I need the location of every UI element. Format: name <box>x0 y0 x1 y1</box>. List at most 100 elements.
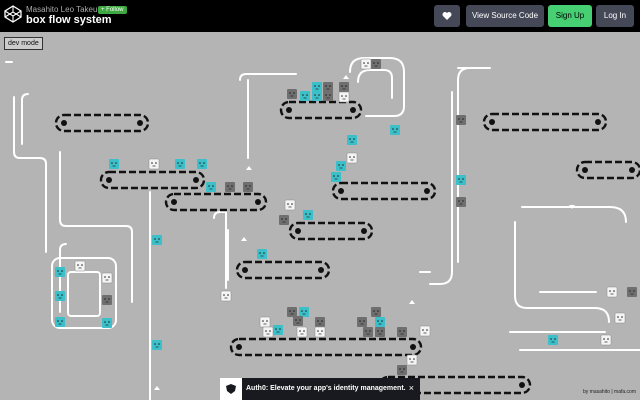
box-eye <box>377 330 379 332</box>
box-eye <box>325 85 327 87</box>
box-face-icon <box>312 91 322 101</box>
box-eye <box>199 162 201 164</box>
arrow-marker <box>409 300 415 304</box>
box-eye <box>321 320 323 322</box>
close-icon[interactable]: × <box>409 383 414 393</box>
box-face-icon <box>259 316 271 328</box>
box-face-icon <box>339 82 349 92</box>
box-eye <box>249 185 251 187</box>
box-face-icon <box>375 327 385 337</box>
box-eye <box>377 320 379 322</box>
box-eye <box>231 185 233 187</box>
box-face-icon <box>331 172 341 182</box>
box-eye <box>227 294 229 296</box>
box-face-icon <box>456 115 466 125</box>
box-eye <box>303 330 305 332</box>
box-face-icon <box>347 135 357 145</box>
box-eye <box>299 319 301 321</box>
login-button[interactable]: Log In <box>596 5 634 27</box>
box-eye <box>458 178 460 180</box>
box-eye <box>301 310 303 312</box>
box-face-icon <box>262 326 274 338</box>
box-eye <box>108 276 110 278</box>
conveyor-belt <box>99 170 206 190</box>
conveyor-belt <box>279 100 363 120</box>
track-line-16 <box>514 221 610 323</box>
box-eye <box>325 94 327 96</box>
box-eye <box>212 185 214 187</box>
box-eye <box>329 85 331 87</box>
box-eye <box>409 358 411 360</box>
conveyor-belt <box>229 337 423 357</box>
box-eye <box>155 162 157 164</box>
belt-roller <box>424 188 430 194</box>
belt-roller <box>255 199 261 205</box>
box-eye <box>396 128 398 130</box>
box-eye <box>399 330 401 332</box>
box-face-icon <box>102 318 112 328</box>
view-source-button[interactable]: View Source Code <box>466 5 544 27</box>
box-eye <box>333 175 335 177</box>
conveyor-belt <box>288 221 374 241</box>
box-face-icon <box>55 291 65 301</box>
box-eye <box>373 310 375 312</box>
follow-button[interactable]: + Follow <box>98 6 127 14</box>
box-eye <box>462 118 464 120</box>
box-eye <box>265 330 267 332</box>
box-eye <box>607 338 609 340</box>
box-eye <box>349 156 351 158</box>
box-eye <box>306 94 308 96</box>
belt-roller <box>595 119 601 125</box>
box-eye <box>629 290 631 292</box>
box-eye <box>550 338 552 340</box>
box-eye <box>291 203 293 205</box>
box-eye <box>367 62 369 64</box>
heart-icon <box>442 12 452 20</box>
heart-button[interactable] <box>434 5 460 27</box>
signup-button[interactable]: Sign Up <box>548 5 592 27</box>
box-face-icon <box>323 82 333 92</box>
box-face-icon <box>357 317 367 327</box>
track-line-10 <box>357 69 393 99</box>
box-eye <box>203 162 205 164</box>
ad-banner[interactable]: Auth0: Elevate your app's identity manag… <box>220 378 420 400</box>
belt-roller <box>236 344 242 350</box>
box-face-icon <box>273 325 283 335</box>
box-face-icon <box>303 210 313 220</box>
box-eye <box>104 276 106 278</box>
box-eye <box>299 330 301 332</box>
box-eye <box>609 290 611 292</box>
box-face-icon <box>225 182 235 192</box>
box-face-icon <box>284 199 296 211</box>
box-eye <box>111 162 113 164</box>
box-eye <box>317 320 319 322</box>
box-eye <box>269 330 271 332</box>
loop-track-inner <box>67 271 101 317</box>
box-eye <box>289 310 291 312</box>
box-face-icon <box>74 260 86 272</box>
box-eye <box>621 316 623 318</box>
box-face-icon <box>390 125 400 135</box>
box-eye <box>259 252 261 254</box>
belt-roller <box>318 267 324 273</box>
box-eye <box>337 175 339 177</box>
box-face-icon <box>371 59 381 69</box>
track-line-15 <box>521 206 627 223</box>
box-face-icon <box>600 334 612 346</box>
track-line-0 <box>13 96 47 253</box>
conveyor-belt <box>235 260 331 280</box>
box-face-icon <box>101 272 113 284</box>
box-eye <box>403 330 405 332</box>
belt-roller <box>629 167 635 173</box>
box-eye <box>77 264 79 266</box>
dev-mode-button[interactable]: dev mode <box>4 37 43 50</box>
track-line-3 <box>59 243 67 313</box>
box-face-icon <box>312 82 322 92</box>
box-eye <box>554 338 556 340</box>
box-eye <box>81 264 83 266</box>
author-name[interactable]: Masahito Leo Takeuchi <box>26 5 108 14</box>
codepen-logo-icon[interactable] <box>4 5 22 23</box>
track-line-1 <box>21 93 29 145</box>
pen-title: box flow system <box>26 14 112 26</box>
box-eye <box>293 310 295 312</box>
